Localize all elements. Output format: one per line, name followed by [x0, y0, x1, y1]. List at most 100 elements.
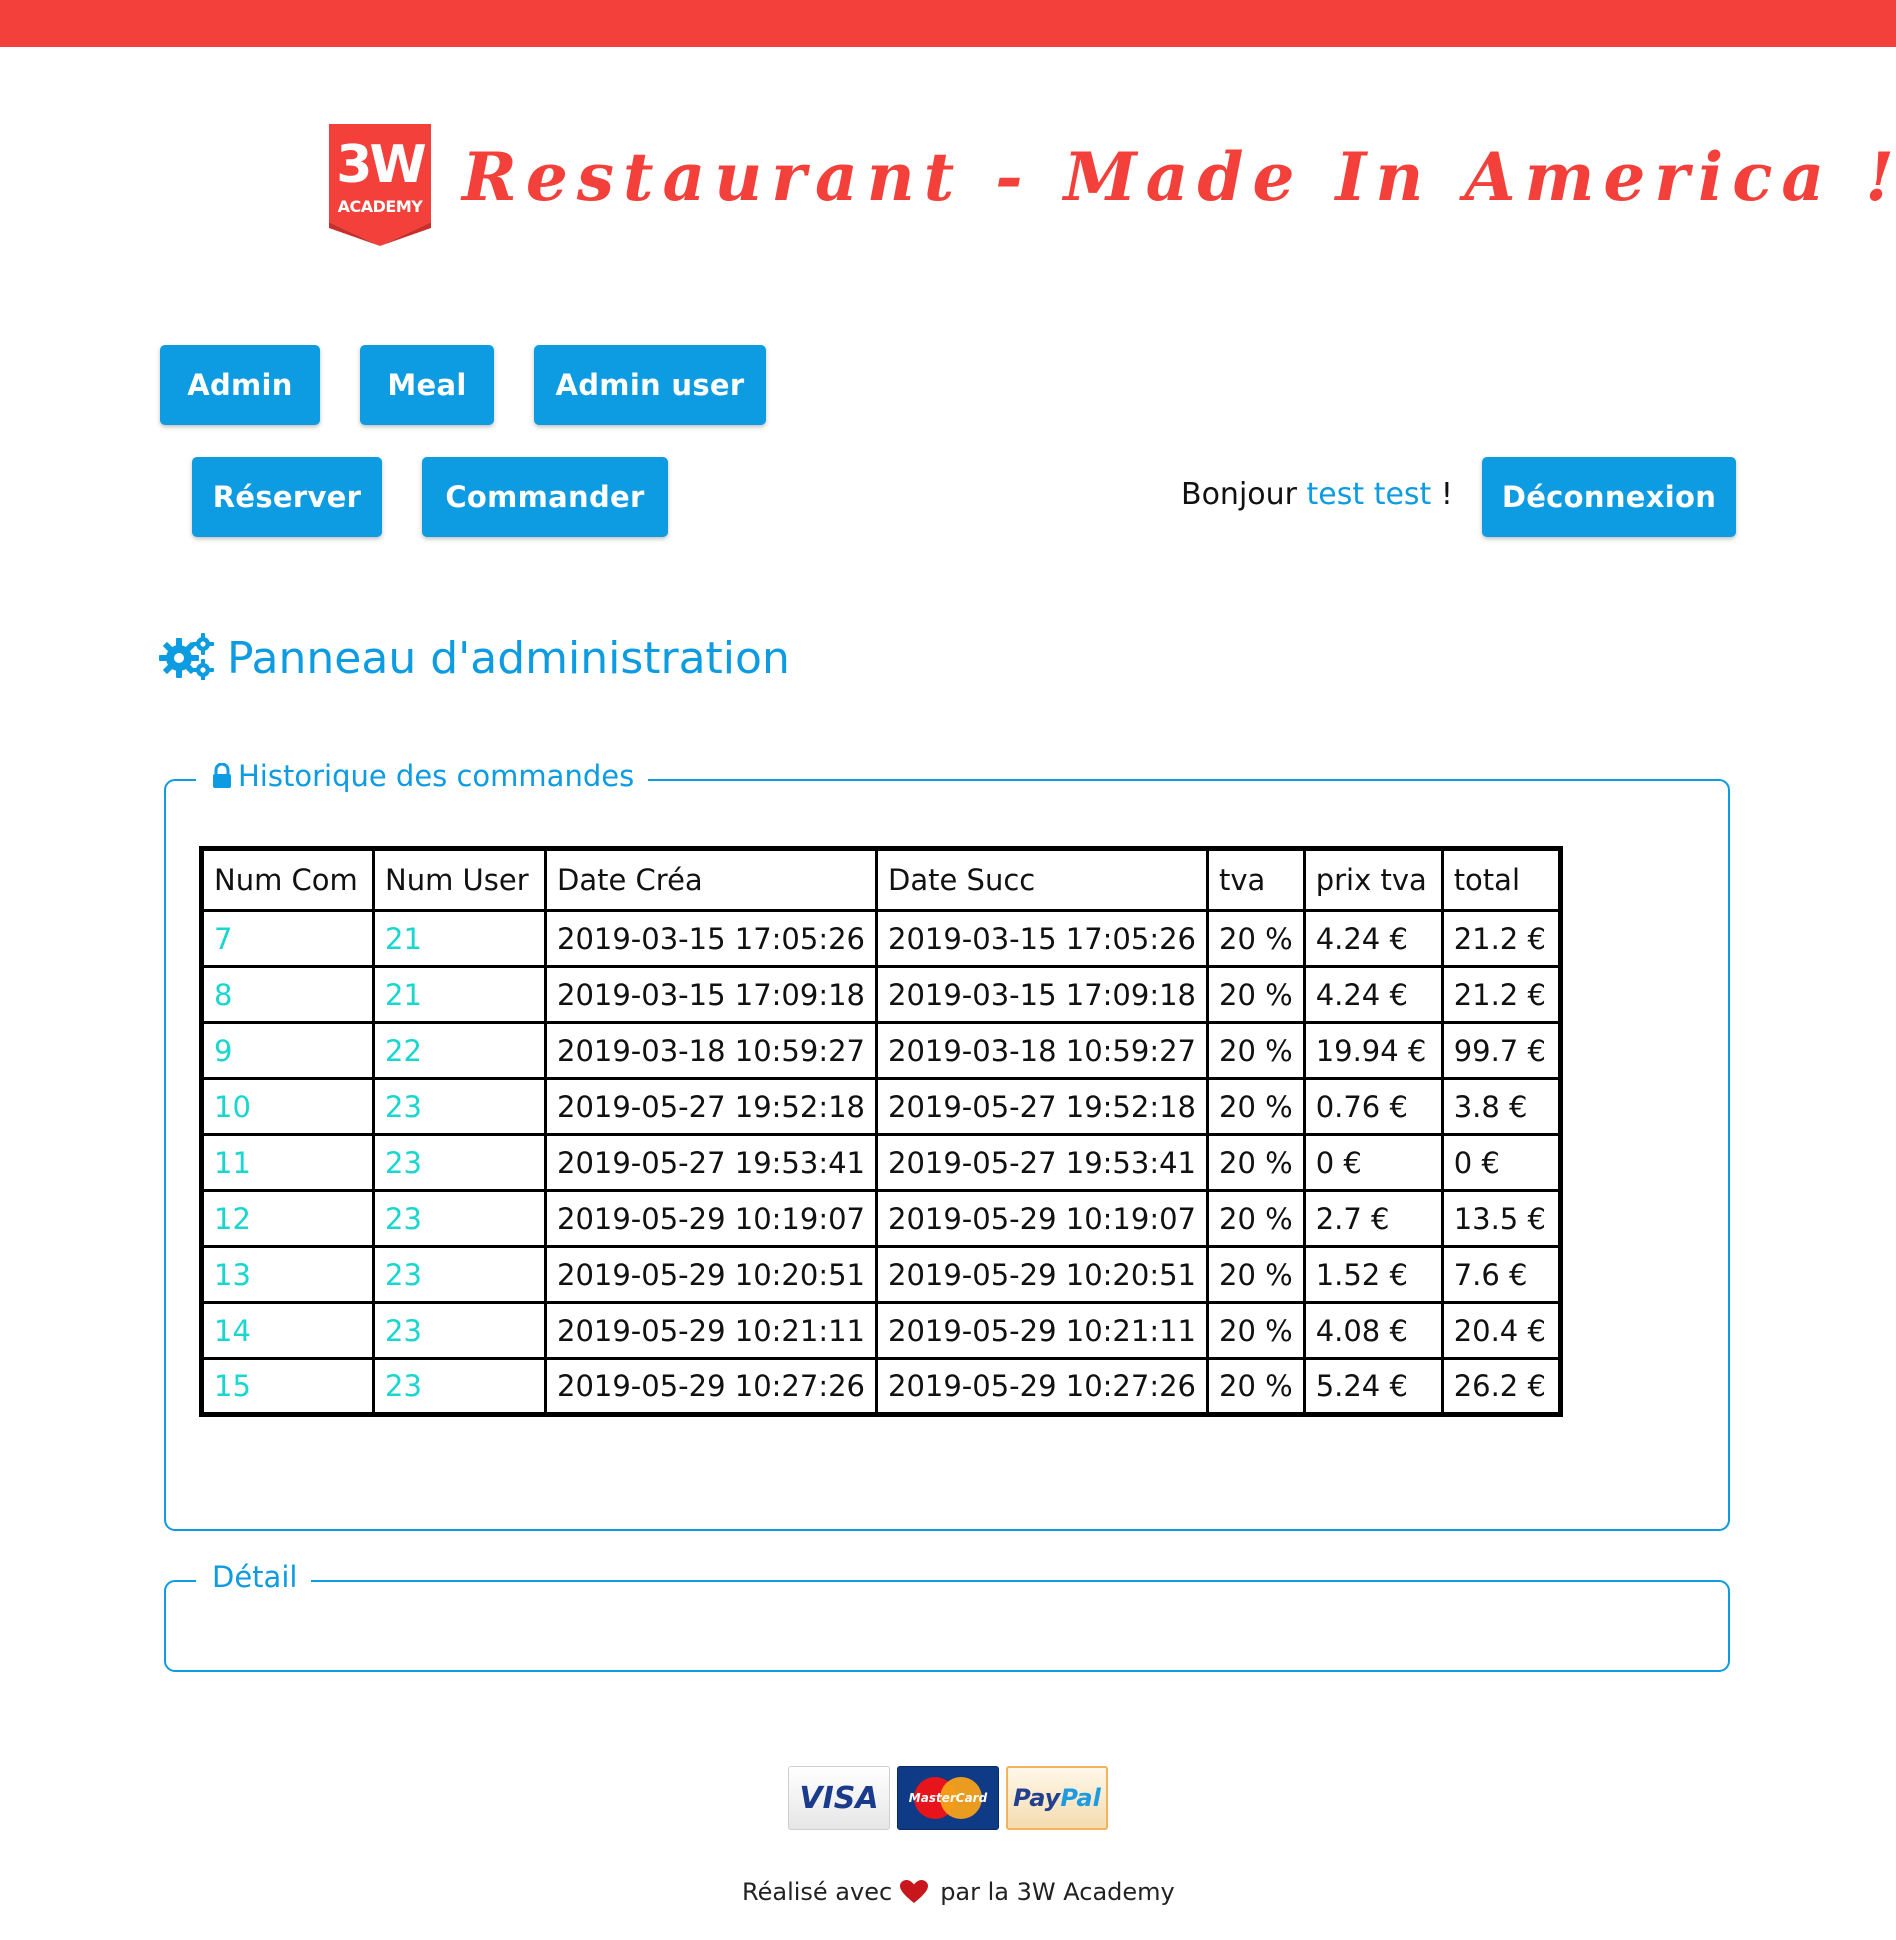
- cell-tva: 20 %: [1206, 1357, 1306, 1416]
- cell-tva-price: 2.7 €: [1302, 1189, 1444, 1248]
- footer-credit: Réalisé avec par la 3W Academy: [742, 1878, 1175, 1906]
- cell-total: 7.6 €: [1440, 1245, 1562, 1304]
- cell-tva: 20 %: [1206, 965, 1306, 1024]
- svg-text:ACADEMY: ACADEMY: [338, 197, 424, 216]
- order-id-link[interactable]: 8: [200, 965, 375, 1024]
- table-row: 7 21 2019-03-15 17:05:26 2019-03-15 17:0…: [200, 909, 1562, 968]
- cell-total: 13.5 €: [1440, 1189, 1562, 1248]
- cell-created: 2019-03-15 17:05:26: [544, 909, 878, 968]
- cell-completed: 2019-05-29 10:19:07: [875, 1189, 1209, 1248]
- cell-total: 20.4 €: [1440, 1301, 1562, 1360]
- order-id-link[interactable]: 12: [200, 1189, 375, 1248]
- paypal-logo: PayPal: [1006, 1766, 1108, 1830]
- cell-tva: 20 %: [1206, 909, 1306, 968]
- reserver-button[interactable]: Réserver: [192, 457, 382, 537]
- orders-history-legend: Historique des commandes: [196, 759, 649, 793]
- greeting-hello: Bonjour: [1181, 477, 1297, 512]
- order-id-link[interactable]: 7: [200, 909, 375, 968]
- paypal-pay-text: Pay: [1013, 1784, 1061, 1812]
- cell-created: 2019-05-27 19:52:18: [544, 1077, 878, 1136]
- cell-tva: 20 %: [1206, 1021, 1306, 1080]
- cell-total: 99.7 €: [1440, 1021, 1562, 1080]
- user-id-link[interactable]: 23: [372, 1357, 547, 1416]
- cell-tva: 20 %: [1206, 1189, 1306, 1248]
- visa-text: VISA: [799, 1780, 879, 1816]
- cell-tva-price: 4.24 €: [1302, 965, 1444, 1024]
- greeting-exclaim: !: [1440, 477, 1453, 512]
- user-id-link[interactable]: 23: [372, 1245, 547, 1304]
- order-id-link[interactable]: 14: [200, 1301, 375, 1360]
- gears-icon: [159, 632, 215, 684]
- table-row: 8 21 2019-03-15 17:09:18 2019-03-15 17:0…: [200, 965, 1562, 1024]
- cell-total: 21.2 €: [1440, 909, 1562, 968]
- admin-button[interactable]: Admin: [160, 345, 320, 425]
- detail-title: Détail: [212, 1560, 298, 1594]
- cell-tva-price: 0.76 €: [1302, 1077, 1444, 1136]
- table-row: 15 23 2019-05-29 10:27:26 2019-05-29 10:…: [200, 1357, 1562, 1416]
- user-id-link[interactable]: 23: [372, 1133, 547, 1192]
- cell-total: 21.2 €: [1440, 965, 1562, 1024]
- cell-tva-price: 1.52 €: [1302, 1245, 1444, 1304]
- cell-tva-price: 19.94 €: [1302, 1021, 1444, 1080]
- user-name-link[interactable]: test test: [1307, 477, 1432, 512]
- admin-heading: Panneau d'administration: [159, 632, 790, 684]
- cell-completed: 2019-03-15 17:09:18: [875, 965, 1209, 1024]
- cell-completed: 2019-03-18 10:59:27: [875, 1021, 1209, 1080]
- visa-logo: VISA: [788, 1766, 890, 1830]
- admin-title: Panneau d'administration: [227, 632, 790, 684]
- commander-button[interactable]: Commander: [422, 457, 668, 537]
- orders-table: Num Com Num User Date Créa Date Succ tva…: [199, 846, 1563, 1417]
- order-id-link[interactable]: 15: [200, 1357, 375, 1416]
- column-header: Num User: [372, 847, 547, 912]
- svg-text:3W: 3W: [336, 135, 425, 195]
- cell-tva-price: 4.08 €: [1302, 1301, 1444, 1360]
- cell-tva: 20 %: [1206, 1301, 1306, 1360]
- cell-tva: 20 %: [1206, 1077, 1306, 1136]
- cell-created: 2019-05-29 10:19:07: [544, 1189, 878, 1248]
- column-header: tva: [1206, 847, 1306, 912]
- mastercard-logo: MasterCard: [897, 1766, 999, 1830]
- user-id-link[interactable]: 21: [372, 909, 547, 968]
- user-id-link[interactable]: 23: [372, 1077, 547, 1136]
- user-id-link[interactable]: 23: [372, 1189, 547, 1248]
- cell-tva-price: 0 €: [1302, 1133, 1444, 1192]
- cell-completed: 2019-03-15 17:05:26: [875, 909, 1209, 968]
- 3w-academy-logo: 3W ACADEMY: [329, 124, 431, 246]
- table-row: 11 23 2019-05-27 19:53:41 2019-05-27 19:…: [200, 1133, 1562, 1192]
- cell-completed: 2019-05-29 10:21:11: [875, 1301, 1209, 1360]
- logout-button[interactable]: Déconnexion: [1482, 457, 1736, 537]
- user-id-link[interactable]: 21: [372, 965, 547, 1024]
- cell-tva: 20 %: [1206, 1133, 1306, 1192]
- meal-button[interactable]: Meal: [360, 345, 494, 425]
- cell-completed: 2019-05-29 10:27:26: [875, 1357, 1209, 1416]
- admin-user-button[interactable]: Admin user: [534, 345, 766, 425]
- cell-total: 3.8 €: [1440, 1077, 1562, 1136]
- paypal-pal-text: Pal: [1060, 1784, 1101, 1812]
- cell-tva-price: 4.24 €: [1302, 909, 1444, 968]
- order-id-link[interactable]: 11: [200, 1133, 375, 1192]
- cell-created: 2019-03-15 17:09:18: [544, 965, 878, 1024]
- detail-panel: Détail: [164, 1560, 1730, 1672]
- lock-icon: [212, 763, 232, 789]
- cell-total: 26.2 €: [1440, 1357, 1562, 1416]
- user-id-link[interactable]: 22: [372, 1021, 547, 1080]
- column-header: Date Succ: [875, 847, 1209, 912]
- cell-created: 2019-05-29 10:27:26: [544, 1357, 878, 1416]
- user-id-link[interactable]: 23: [372, 1301, 547, 1360]
- cell-created: 2019-05-29 10:21:11: [544, 1301, 878, 1360]
- cell-tva-price: 5.24 €: [1302, 1357, 1444, 1416]
- table-row: 12 23 2019-05-29 10:19:07 2019-05-29 10:…: [200, 1189, 1562, 1248]
- column-header: total: [1440, 847, 1562, 912]
- column-header: prix tva: [1302, 847, 1444, 912]
- cell-created: 2019-05-27 19:53:41: [544, 1133, 878, 1192]
- order-id-link[interactable]: 13: [200, 1245, 375, 1304]
- orders-header-row: Num Com Num User Date Créa Date Succ tva…: [200, 847, 1562, 912]
- orders-history-panel: Historique des commandes Num Com Num Use…: [164, 759, 1730, 1531]
- order-id-link[interactable]: 10: [200, 1077, 375, 1136]
- cell-created: 2019-05-29 10:20:51: [544, 1245, 878, 1304]
- order-id-link[interactable]: 9: [200, 1021, 375, 1080]
- cell-completed: 2019-05-27 19:53:41: [875, 1133, 1209, 1192]
- cell-tva: 20 %: [1206, 1245, 1306, 1304]
- heart-icon: [900, 1880, 929, 1904]
- footer-by: par la 3W Academy: [940, 1878, 1175, 1906]
